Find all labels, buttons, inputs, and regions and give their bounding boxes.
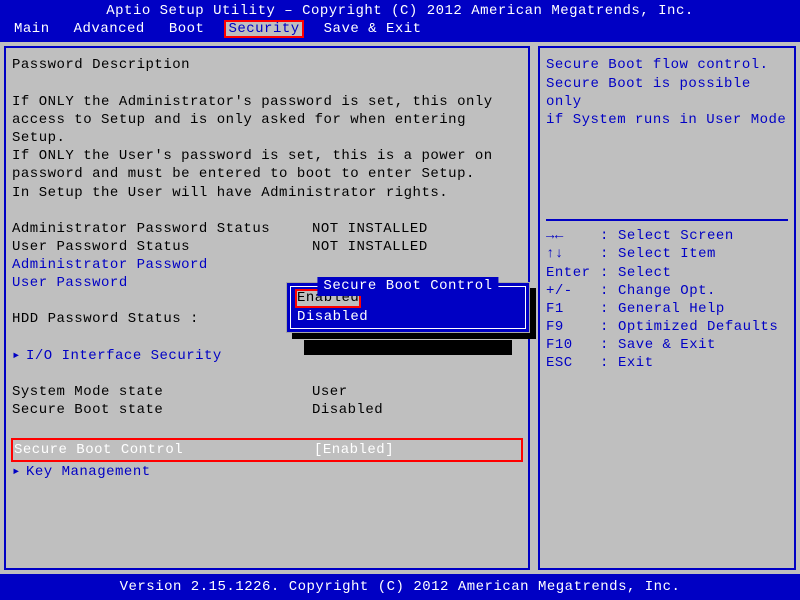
- row-label: HDD Password Status :: [12, 310, 312, 328]
- popup-inner: Secure Boot Control Enabled Disabled: [290, 286, 526, 328]
- row-label: User Password: [12, 274, 312, 292]
- legend-select-screen: →←:Select Screen: [546, 227, 788, 245]
- submenu-label: Key Management: [26, 463, 151, 481]
- footer-text: Version 2.15.1226. Copyright (C) 2012 Am…: [120, 579, 681, 595]
- legend-optimized-defaults: F9:Optimized Defaults: [546, 318, 788, 336]
- context-help: Secure Boot flow control. Secure Boot is…: [546, 56, 788, 221]
- top-bar: Aptio Setup Utility – Copyright (C) 2012…: [0, 0, 800, 40]
- menu-save-exit[interactable]: Save & Exit: [320, 20, 426, 38]
- row-label: User Password Status: [12, 238, 312, 256]
- system-mode-state-row: System Mode state User: [12, 383, 522, 401]
- main-panel: Password Description If ONLY the Adminis…: [4, 46, 530, 569]
- submenu-arrow-icon: ▸: [12, 463, 26, 481]
- row-value: User: [312, 383, 348, 401]
- menu-bar: Main Advanced Boot Security Save & Exit: [6, 20, 794, 38]
- row-value: Disabled: [312, 401, 383, 419]
- footer-bar: Version 2.15.1226. Copyright (C) 2012 Am…: [0, 576, 800, 600]
- legend-general-help: F1:General Help: [546, 300, 788, 318]
- help-line: Secure Boot is possible only: [546, 75, 788, 111]
- row-label: Administrator Password Status: [12, 220, 312, 238]
- desc-line: If ONLY the Administrator's password is …: [12, 93, 522, 111]
- legend-exit: ESC:Exit: [546, 354, 788, 372]
- row-label: System Mode state: [12, 383, 312, 401]
- io-interface-security-item[interactable]: ▸ I/O Interface Security: [12, 347, 522, 365]
- submenu-arrow-icon: ▸: [12, 347, 26, 365]
- secure-boot-state-row: Secure Boot state Disabled: [12, 401, 522, 419]
- help-line: if System runs in User Mode: [546, 111, 788, 129]
- desc-line: If ONLY the User's password is set, this…: [12, 147, 522, 165]
- key-management-item[interactable]: ▸ Key Management: [12, 463, 522, 481]
- menu-boot[interactable]: Boot: [165, 20, 209, 38]
- desc-line: access to Setup and is only asked for wh…: [12, 111, 522, 147]
- legend-select: Enter:Select: [546, 264, 788, 282]
- help-line: Secure Boot flow control.: [546, 56, 788, 74]
- help-panel: Secure Boot flow control. Secure Boot is…: [538, 46, 796, 569]
- row-label: Secure Boot state: [12, 401, 312, 419]
- legend-change-opt: +/-:Change Opt.: [546, 282, 788, 300]
- popup-option-disabled[interactable]: Disabled: [295, 309, 370, 325]
- legend-save-exit: F10:Save & Exit: [546, 336, 788, 354]
- admin-password-status-row: Administrator Password Status NOT INSTAL…: [12, 220, 522, 238]
- bios-screen: Aptio Setup Utility – Copyright (C) 2012…: [0, 0, 800, 600]
- user-password-status-row: User Password Status NOT INSTALLED: [12, 238, 522, 256]
- row-label: Secure Boot Control: [14, 441, 314, 459]
- desc-line: In Setup the User will have Administrato…: [12, 184, 522, 202]
- body-area: Password Description If ONLY the Adminis…: [0, 40, 800, 575]
- password-description-heading: Password Description: [12, 56, 522, 74]
- secure-boot-control-popup: Secure Boot Control Enabled Disabled: [286, 282, 530, 332]
- secure-boot-control-item[interactable]: Secure Boot Control [Enabled]: [12, 439, 522, 461]
- admin-password-item[interactable]: Administrator Password: [12, 256, 522, 274]
- app-title: Aptio Setup Utility – Copyright (C) 2012…: [6, 2, 794, 20]
- key-legend: →←:Select Screen ↑↓:Select Item Enter:Se…: [546, 227, 788, 560]
- row-value: NOT INSTALLED: [312, 238, 428, 256]
- row-value: [Enabled]: [314, 441, 394, 459]
- row-value: NOT INSTALLED: [312, 220, 428, 238]
- submenu-label: I/O Interface Security: [26, 347, 222, 365]
- desc-line: password and must be entered to boot to …: [12, 165, 522, 183]
- legend-select-item: ↑↓:Select Item: [546, 245, 788, 263]
- popup-title: Secure Boot Control: [317, 277, 498, 295]
- menu-advanced[interactable]: Advanced: [70, 20, 149, 38]
- row-label: Administrator Password: [12, 256, 312, 274]
- menu-main[interactable]: Main: [10, 20, 54, 38]
- menu-security[interactable]: Security: [224, 20, 303, 38]
